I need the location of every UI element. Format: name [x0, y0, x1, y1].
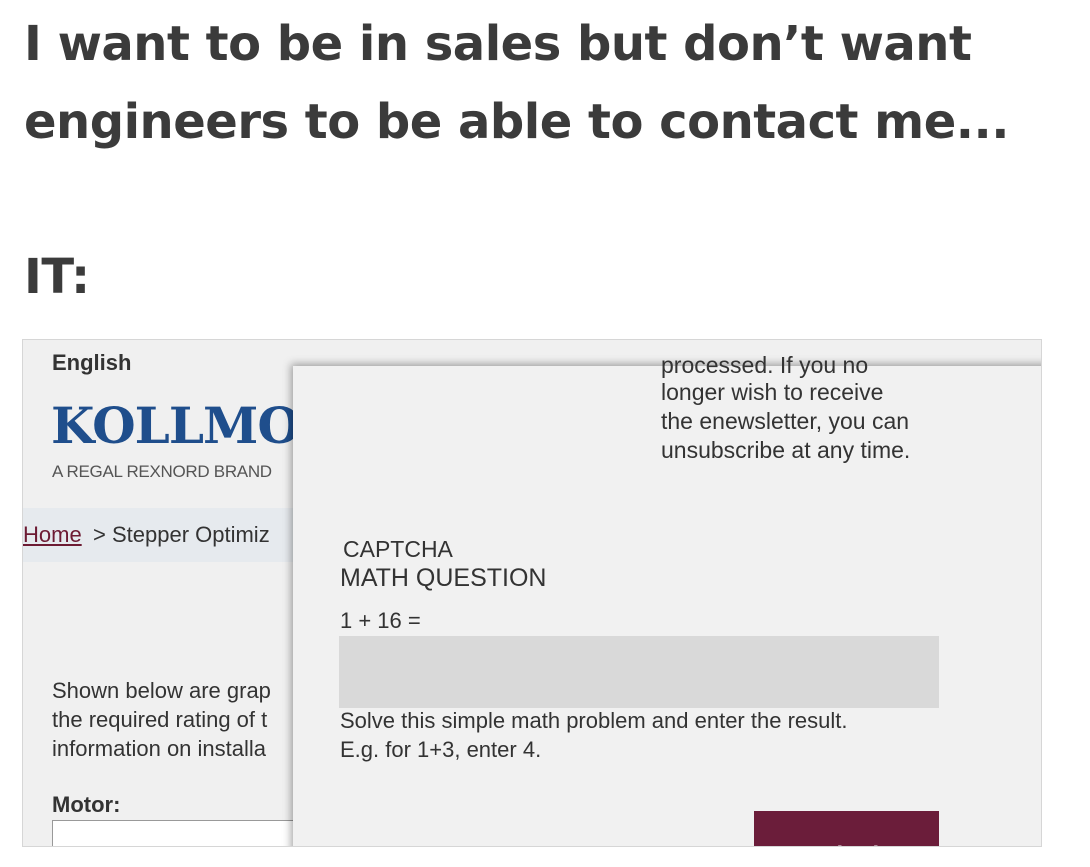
- math-question-heading: MATH QUESTION: [340, 564, 547, 592]
- newsletter-modal: processed. If you no longer wish to rece…: [293, 352, 1041, 846]
- captcha-title: CAPTCHA: [343, 536, 453, 562]
- captcha-help-text: E.g. for 1+3, enter 4.: [340, 737, 542, 762]
- motor-label: Motor:: [52, 792, 121, 817]
- privacy-notice-line: longer wish to receive: [661, 379, 884, 405]
- website-screenshot: English KOLLMO A REGAL REXNORD BRAND Hom…: [22, 339, 1042, 847]
- math-question-text: 1 + 16 =: [340, 608, 421, 633]
- breadcrumb-home-link[interactable]: Home: [23, 522, 82, 548]
- captcha-help-text: Solve this simple math problem and enter…: [340, 708, 848, 733]
- brand-tagline: A REGAL REXNORD BRAND: [52, 462, 272, 481]
- meme-caption: I want to be in sales but don’t want eng…: [24, 16, 1009, 150]
- body-text-line: the required rating of t: [52, 707, 268, 732]
- breadcrumb-current: > Stepper Optimiz: [93, 522, 270, 547]
- body-text-line: information on installa: [52, 736, 267, 761]
- submit-button[interactable]: Submit: [754, 811, 939, 846]
- brand-logo[interactable]: KOLLMO: [51, 396, 301, 455]
- it-label: IT:: [24, 249, 90, 305]
- body-text-line: Shown below are grap: [52, 678, 271, 703]
- language-selector[interactable]: English: [52, 350, 131, 376]
- privacy-notice-line: unsubscribe at any time.: [661, 437, 911, 463]
- captcha-answer-input[interactable]: [339, 636, 939, 708]
- privacy-notice-line: processed. If you no: [661, 352, 869, 378]
- privacy-notice-line: the enewsletter, you can: [661, 408, 910, 434]
